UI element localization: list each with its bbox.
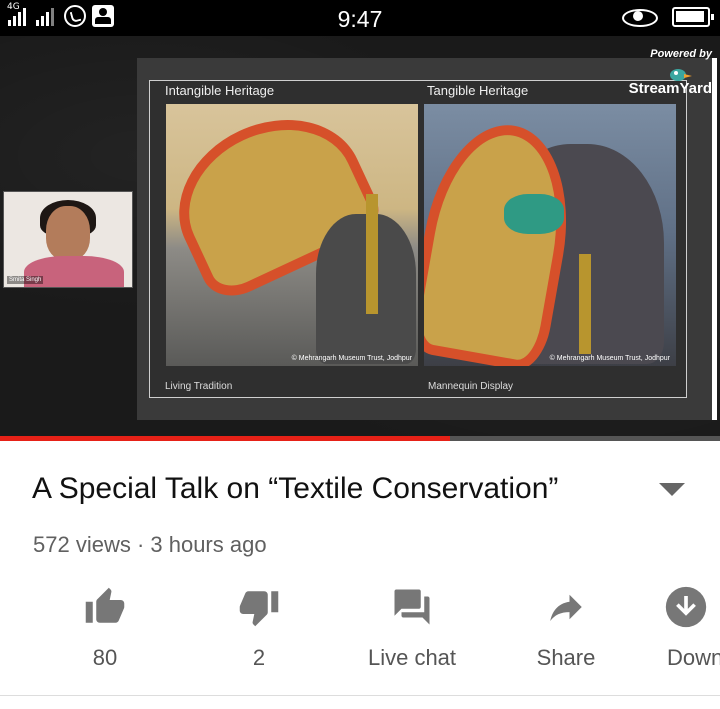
like-button[interactable]: 80 — [45, 583, 165, 671]
elephant-photo-right: © Mehrangarh Museum Trust, Jodhpur — [424, 104, 676, 366]
presentation-slide: Intangible Heritage Tangible Heritage © … — [137, 58, 713, 420]
download-label: Down — [667, 645, 720, 670]
download-icon — [665, 586, 707, 628]
eye-comfort-icon — [622, 7, 658, 27]
speaker-name-label: Smita Singh — [7, 276, 44, 284]
thumbs-down-icon — [239, 591, 279, 627]
share-label: Share — [536, 645, 596, 670]
dislike-count: 2 — [252, 645, 266, 670]
slide-left-caption: Living Tradition — [165, 381, 233, 392]
share-button[interactable]: Share — [506, 583, 626, 671]
status-right-icons — [622, 7, 714, 27]
status-time: 9:47 — [337, 6, 383, 32]
speaker-camera-feed: Smita Singh — [3, 191, 133, 288]
battery-icon — [672, 7, 714, 27]
photo-credit-right: © Mehrangarh Museum Trust, Jodhpur — [549, 355, 670, 362]
video-progress-bar[interactable] — [0, 436, 720, 441]
live-chat-button[interactable]: Live chat — [352, 583, 472, 671]
slide-left-heading: Intangible Heritage — [165, 83, 275, 98]
like-count: 80 — [92, 645, 118, 670]
streamyard-logo-icon — [670, 69, 692, 81]
download-button[interactable]: Down — [660, 583, 720, 671]
thumbs-up-icon — [85, 587, 125, 623]
action-bar: 80 2 Live chat Share Down — [0, 583, 720, 673]
video-title: A Special Talk on “Textile Conservation” — [32, 472, 559, 505]
status-bar: 4G 9:47 — [0, 0, 720, 36]
live-chat-label: Live chat — [367, 645, 457, 670]
dislike-button[interactable]: 2 — [199, 583, 319, 671]
powered-by-label: Powered by — [650, 48, 712, 60]
photo-credit-left: © Mehrangarh Museum Trust, Jodhpur — [291, 355, 412, 362]
slide-right-caption: Mannequin Display — [428, 381, 514, 392]
brand-name: StreamYard — [628, 80, 712, 97]
slide-right-heading: Tangible Heritage — [427, 83, 529, 98]
video-progress-fill — [0, 436, 450, 441]
expand-description-icon[interactable] — [659, 483, 685, 496]
share-icon — [550, 594, 582, 621]
speaker-face — [46, 206, 90, 260]
video-player[interactable]: Intangible Heritage Tangible Heritage © … — [0, 36, 720, 436]
elephant-photo-left: © Mehrangarh Museum Trust, Jodhpur — [166, 104, 418, 366]
slide-scrollbar[interactable] — [712, 58, 717, 420]
video-title-row: A Special Talk on “Textile Conservation” — [32, 472, 692, 506]
section-divider — [0, 695, 720, 696]
live-chat-icon — [394, 589, 430, 625]
video-meta: 572 views · 3 hours ago — [33, 532, 267, 557]
